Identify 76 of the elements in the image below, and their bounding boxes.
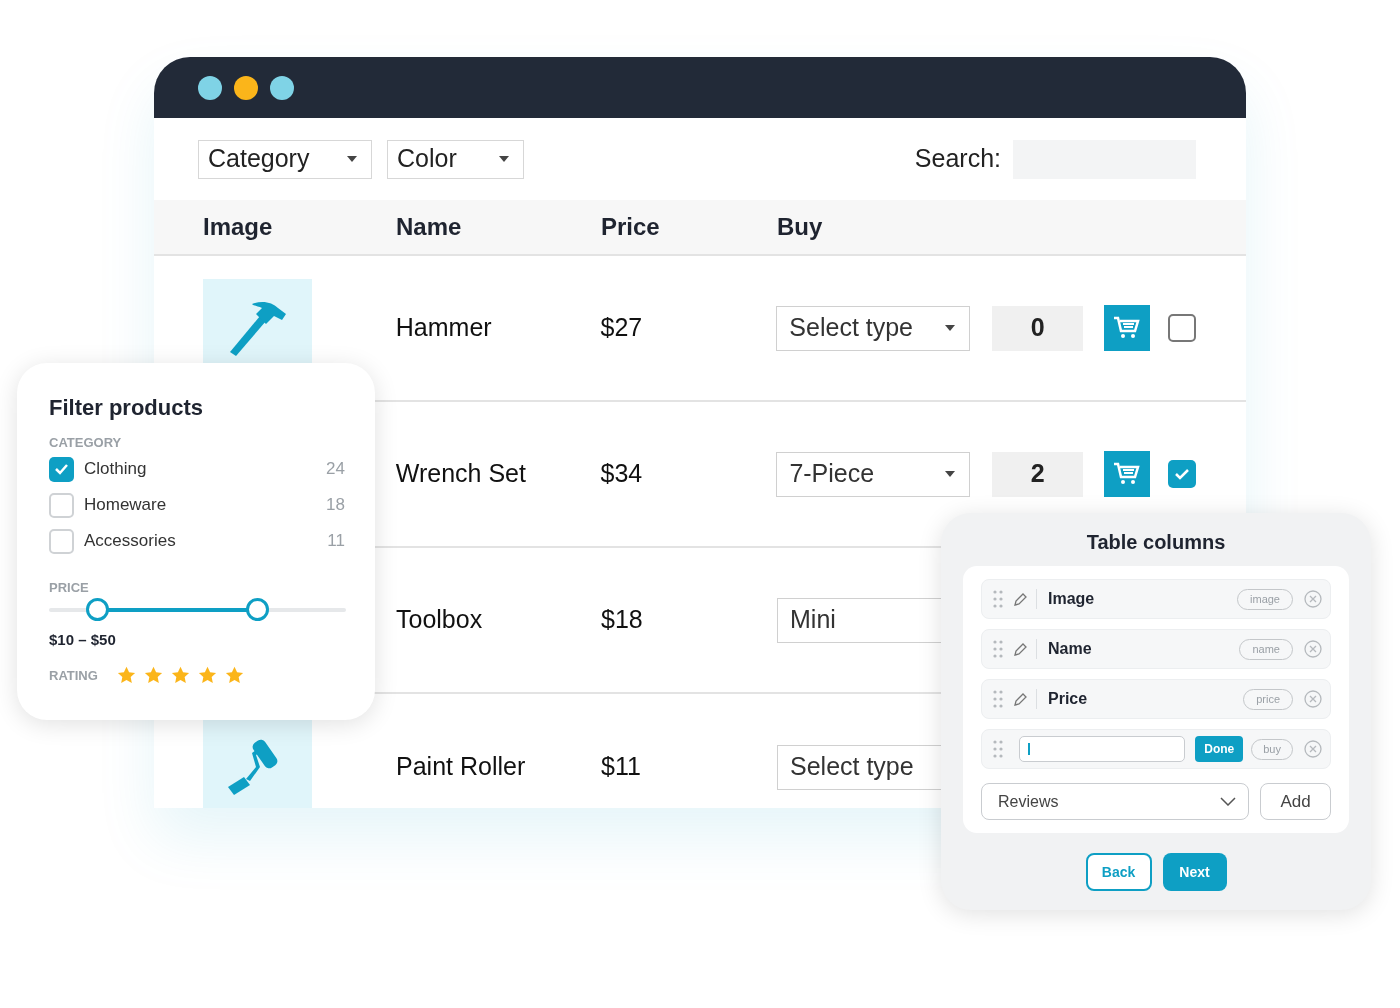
column-row[interactable]: Image image xyxy=(981,579,1331,619)
table-cell-text: Hammer xyxy=(395,312,493,344)
column-header[interactable]: Buy xyxy=(777,209,977,245)
slider-handle[interactable] xyxy=(85,598,109,621)
section-label: CATEGORY xyxy=(49,434,123,452)
item-count: 24 xyxy=(326,458,345,481)
edit-icon[interactable] xyxy=(1013,641,1028,657)
check-icon xyxy=(54,463,69,475)
search-label: Search: xyxy=(914,143,1001,175)
panel-title: Table columns xyxy=(1085,530,1227,555)
column-header[interactable]: Price xyxy=(601,209,777,245)
column-name: Name xyxy=(1048,639,1092,659)
caret-icon xyxy=(347,156,357,162)
drag-handle-icon[interactable] xyxy=(993,640,1003,658)
star-icon[interactable] xyxy=(197,666,217,685)
table-cell-text: $27 xyxy=(600,312,644,344)
price-range-text: $10 – $50 xyxy=(49,630,117,650)
cart-icon xyxy=(1113,316,1142,340)
column-select[interactable]: Reviews xyxy=(981,783,1249,820)
drag-handle-icon[interactable] xyxy=(993,590,1003,608)
filter-select[interactable]: Color xyxy=(387,139,524,179)
type-select[interactable]: 7-Piece xyxy=(776,451,971,497)
column-name: Image xyxy=(1048,589,1095,609)
quantity-field[interactable]: 0 xyxy=(992,305,1084,351)
column-header[interactable]: Image xyxy=(203,209,396,245)
hammer-icon xyxy=(229,301,286,356)
checkbox[interactable] xyxy=(49,456,74,482)
table-cell-text: $34 xyxy=(600,458,644,490)
column-name-input[interactable] xyxy=(1019,736,1186,762)
caret-icon xyxy=(945,325,956,331)
cart-button[interactable] xyxy=(1104,305,1150,351)
filter-select[interactable]: Category xyxy=(198,139,372,179)
add-button[interactable]: Add xyxy=(1260,783,1331,820)
section-label: PRICE xyxy=(49,578,90,597)
star-icon[interactable] xyxy=(170,666,190,685)
edit-icon[interactable] xyxy=(1013,691,1028,707)
edit-icon[interactable] xyxy=(1013,591,1028,607)
table-cell-text: $18 xyxy=(601,604,644,636)
cart-button[interactable] xyxy=(1104,451,1151,497)
column-row[interactable]: Price price xyxy=(981,679,1331,719)
checkbox-label[interactable]: Accessories xyxy=(84,528,176,554)
checkbox[interactable] xyxy=(1168,314,1196,342)
star-icon[interactable] xyxy=(224,666,244,685)
chevron-down-icon xyxy=(1220,797,1236,806)
panel-title: Filter products xyxy=(49,394,204,422)
remove-icon[interactable] xyxy=(1304,740,1322,758)
section-label: RATING xyxy=(49,666,98,685)
caret-icon xyxy=(945,471,956,477)
table-cell-text: Paint Roller xyxy=(396,751,527,783)
star-icon[interactable] xyxy=(116,666,136,685)
remove-icon[interactable] xyxy=(1304,590,1322,608)
column-row[interactable]: Name name xyxy=(981,629,1331,669)
quantity-field[interactable]: 2 xyxy=(992,451,1084,497)
star-icon[interactable] xyxy=(143,666,163,685)
checkbox[interactable] xyxy=(1168,460,1196,488)
slider-handle[interactable] xyxy=(245,598,269,621)
table-cell-text: $11 xyxy=(601,751,642,783)
type-select[interactable]: Select type xyxy=(776,305,971,351)
checkbox-label[interactable]: Homeware xyxy=(84,492,167,518)
drag-handle-icon[interactable] xyxy=(993,740,1003,758)
column-name: Price xyxy=(1048,689,1088,709)
remove-icon[interactable] xyxy=(1304,690,1322,708)
table-cell-text: Wrench Set xyxy=(395,458,527,490)
text-cursor xyxy=(1028,743,1030,755)
drag-handle-icon[interactable] xyxy=(993,690,1003,708)
item-count: 11 xyxy=(327,530,345,553)
caret-icon xyxy=(499,156,509,162)
price-slider[interactable] xyxy=(49,598,346,621)
paint-roller-icon xyxy=(227,737,279,795)
column-header[interactable]: Name xyxy=(396,209,601,245)
cart-icon xyxy=(1113,462,1142,486)
table-cell-text: Toolbox xyxy=(396,604,484,636)
check-icon xyxy=(1174,468,1191,480)
checkbox-label[interactable]: Clothing xyxy=(84,456,147,482)
item-count: 18 xyxy=(326,494,345,517)
remove-icon[interactable] xyxy=(1304,640,1322,658)
